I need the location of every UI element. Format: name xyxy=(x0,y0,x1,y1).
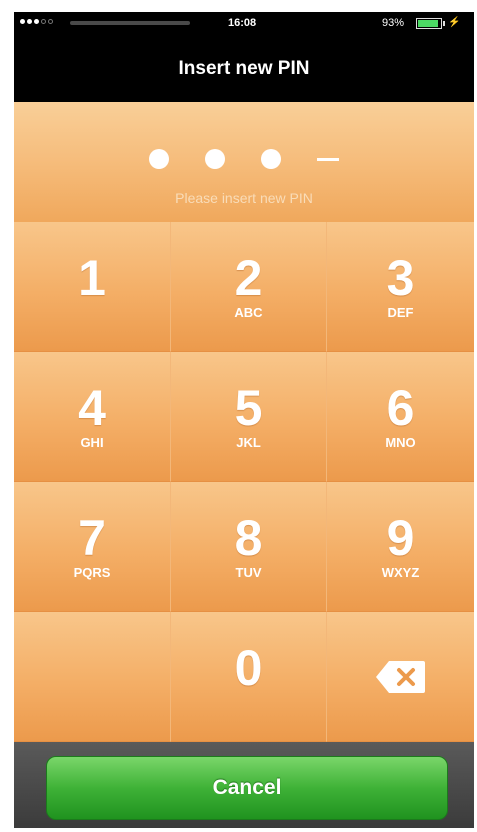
key-letters: MNO xyxy=(385,435,416,450)
pin-dot-filled xyxy=(205,149,225,169)
charging-icon: ⚡ xyxy=(448,17,461,28)
battery-icon xyxy=(416,18,442,29)
key-digit: 7 xyxy=(78,510,106,566)
key-letters: PQRS xyxy=(73,565,111,580)
pin-indicator xyxy=(14,144,474,174)
key-blank xyxy=(14,612,171,742)
key-digit: 6 xyxy=(386,380,415,436)
pin-prompt: Please insert new PIN xyxy=(175,190,313,206)
pin-dot-filled xyxy=(149,149,169,169)
key-letters: TUV xyxy=(235,565,262,580)
signal-strength-icon xyxy=(20,19,53,24)
nav-bar: Insert new PIN xyxy=(14,36,474,102)
key-letters: WXYZ xyxy=(381,565,420,580)
key-digit: 8 xyxy=(234,510,263,566)
backspace-icon xyxy=(375,659,427,695)
pin-dot-filled xyxy=(261,149,281,169)
key-5[interactable]: 5 JKL xyxy=(171,352,327,482)
key-digit: 3 xyxy=(386,250,415,306)
bottom-bar: Cancel xyxy=(14,742,474,828)
pin-dot-empty xyxy=(317,157,339,161)
key-6[interactable]: 6 MNO xyxy=(327,352,474,482)
key-8[interactable]: 8 TUV xyxy=(171,482,327,612)
status-time: 16:08 xyxy=(228,17,257,29)
key-3[interactable]: 3 DEF xyxy=(327,222,474,352)
key-digit: 0 xyxy=(234,640,263,696)
key-letters: ABC xyxy=(234,305,263,320)
keypad: 1 2 ABC 3 DEF 4 GHI 5 JKL 6 MNO 7 PQRS 8 xyxy=(14,222,474,742)
delete-key[interactable] xyxy=(327,612,474,742)
page-title: Insert new PIN xyxy=(178,58,310,79)
carrier-placeholder xyxy=(70,21,190,25)
key-0[interactable]: 0 xyxy=(171,612,327,742)
key-digit: 5 xyxy=(234,380,263,436)
cancel-label: Cancel xyxy=(212,776,282,799)
key-letters: DEF xyxy=(387,305,414,320)
phone-screen: 16:08 93% ⚡ Insert new PIN Please insert… xyxy=(14,12,474,828)
key-letters: GHI xyxy=(80,435,104,450)
key-digit: 2 xyxy=(234,250,263,306)
cancel-button[interactable]: Cancel xyxy=(46,756,448,820)
key-2[interactable]: 2 ABC xyxy=(171,222,327,352)
key-9[interactable]: 9 WXYZ xyxy=(327,482,474,612)
battery-percent: 93% xyxy=(382,17,405,29)
key-1[interactable]: 1 xyxy=(14,222,171,352)
key-digit: 9 xyxy=(386,510,415,566)
pin-entry-area: Please insert new PIN xyxy=(14,102,474,222)
key-4[interactable]: 4 GHI xyxy=(14,352,171,482)
key-digit: 4 xyxy=(78,380,106,436)
key-letters: JKL xyxy=(236,435,261,450)
key-digit: 1 xyxy=(78,250,106,306)
battery-tip xyxy=(443,21,445,26)
status-bar: 16:08 93% ⚡ xyxy=(14,12,474,36)
key-7[interactable]: 7 PQRS xyxy=(14,482,171,612)
